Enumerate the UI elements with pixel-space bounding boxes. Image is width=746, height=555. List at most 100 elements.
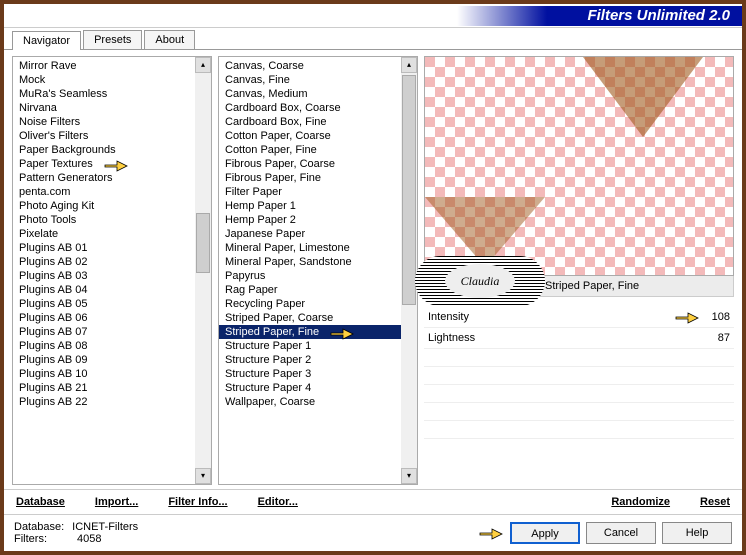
list-item[interactable]: Structure Paper 1 (219, 339, 417, 353)
slider-empty (424, 385, 734, 403)
list-item[interactable]: Papyrus (219, 269, 417, 283)
list-item[interactable]: Fibrous Paper, Fine (219, 171, 417, 185)
filter-column: Canvas, CoarseCanvas, FineCanvas, Medium… (218, 56, 418, 485)
pointing-hand-icon (478, 523, 504, 543)
list-item[interactable]: MuRa's Seamless (13, 87, 211, 101)
list-item[interactable]: Plugins AB 01 (13, 241, 211, 255)
list-item[interactable]: Plugins AB 21 (13, 381, 211, 395)
help-button[interactable]: Help (662, 522, 732, 544)
list-item[interactable]: Fibrous Paper, Coarse (219, 157, 417, 171)
slider-intensity[interactable]: Intensity 108 (424, 307, 734, 328)
slider-panel: Intensity 108 Lightness 87 (424, 307, 734, 439)
list-item[interactable]: Structure Paper 2 (219, 353, 417, 367)
slider-empty (424, 421, 734, 439)
slider-label: Lightness (428, 332, 518, 344)
preview-image (424, 56, 734, 276)
list-item[interactable]: Oliver's Filters (13, 129, 211, 143)
list-item[interactable]: Canvas, Coarse (219, 59, 417, 73)
titlebar: Filters Unlimited 2.0 (4, 4, 742, 28)
watermark-text: Claudia (445, 264, 515, 298)
list-item[interactable]: Structure Paper 4 (219, 381, 417, 395)
scroll-thumb[interactable] (402, 75, 416, 305)
list-item[interactable]: Plugins AB 10 (13, 367, 211, 381)
list-item[interactable]: Wallpaper, Coarse (219, 395, 417, 409)
list-item[interactable]: Paper Textures (13, 157, 211, 171)
list-item[interactable]: Mirror Rave (13, 59, 211, 73)
scrollbar[interactable]: ▴ ▾ (401, 57, 417, 484)
list-item[interactable]: Striped Paper, Coarse (219, 311, 417, 325)
slider-label: Intensity (428, 311, 518, 323)
list-item[interactable]: Rag Paper (219, 283, 417, 297)
list-item[interactable]: Plugins AB 09 (13, 353, 211, 367)
slider-track[interactable] (518, 330, 700, 346)
list-item[interactable]: Recycling Paper (219, 297, 417, 311)
watermark-badge: Claudia (415, 256, 545, 306)
list-item[interactable]: Mineral Paper, Limestone (219, 241, 417, 255)
list-item[interactable]: Canvas, Medium (219, 87, 417, 101)
reset-link[interactable]: Reset (700, 496, 730, 508)
list-item[interactable]: Structure Paper 3 (219, 367, 417, 381)
bottom-toolbar: Database Import... Filter Info... Editor… (4, 489, 742, 514)
editor-link[interactable]: Editor... (258, 496, 298, 508)
list-item[interactable]: Cardboard Box, Fine (219, 115, 417, 129)
slider-value: 87 (700, 332, 730, 344)
slider-empty (424, 367, 734, 385)
slider-empty (424, 403, 734, 421)
list-item[interactable]: Hemp Paper 1 (219, 199, 417, 213)
database-link[interactable]: Database (16, 496, 65, 508)
filters-unlimited-window: Filters Unlimited 2.0 NavigatorPresetsAb… (4, 4, 742, 551)
list-item[interactable]: Plugins AB 02 (13, 255, 211, 269)
list-item[interactable]: Plugins AB 03 (13, 269, 211, 283)
list-item[interactable]: penta.com (13, 185, 211, 199)
slider-value: 108 (700, 311, 730, 323)
category-list[interactable]: Mirror RaveMockMuRa's SeamlessNirvanaNoi… (12, 56, 212, 485)
db-value: ICNET-Filters (72, 521, 138, 533)
list-item[interactable]: Plugins AB 22 (13, 395, 211, 409)
list-item[interactable]: Photo Tools (13, 213, 211, 227)
tab-navigator[interactable]: Navigator (12, 31, 81, 50)
list-item[interactable]: Mineral Paper, Sandstone (219, 255, 417, 269)
apply-button[interactable]: Apply (510, 522, 580, 544)
scroll-up-icon[interactable]: ▴ (401, 57, 417, 73)
list-item[interactable]: Plugins AB 04 (13, 283, 211, 297)
db-label: Database: (14, 521, 64, 533)
slider-track[interactable] (518, 309, 700, 325)
slider-empty (424, 349, 734, 367)
list-item[interactable]: Photo Aging Kit (13, 199, 211, 213)
scroll-up-icon[interactable]: ▴ (195, 57, 211, 73)
import-link[interactable]: Import... (95, 496, 138, 508)
list-item[interactable]: Cotton Paper, Coarse (219, 129, 417, 143)
list-item[interactable]: Hemp Paper 2 (219, 213, 417, 227)
tab-presets[interactable]: Presets (83, 30, 142, 49)
filters-label: Filters: (14, 533, 47, 545)
filter-list[interactable]: Canvas, CoarseCanvas, FineCanvas, Medium… (218, 56, 418, 485)
list-item[interactable]: Plugins AB 06 (13, 311, 211, 325)
filter-name-bar: Claudia Striped Paper, Fine (424, 276, 734, 297)
cancel-button[interactable]: Cancel (586, 522, 656, 544)
list-item[interactable]: Noise Filters (13, 115, 211, 129)
scroll-down-icon[interactable]: ▾ (401, 468, 417, 484)
list-item[interactable]: Nirvana (13, 101, 211, 115)
tab-about[interactable]: About (144, 30, 195, 49)
list-item[interactable]: Cardboard Box, Coarse (219, 101, 417, 115)
list-item[interactable]: Striped Paper, Fine (219, 325, 417, 339)
list-item[interactable]: Filter Paper (219, 185, 417, 199)
current-filter-label: Striped Paper, Fine (545, 280, 639, 292)
list-item[interactable]: Japanese Paper (219, 227, 417, 241)
filterinfo-link[interactable]: Filter Info... (168, 496, 227, 508)
list-item[interactable]: Mock (13, 73, 211, 87)
list-item[interactable]: Plugins AB 05 (13, 297, 211, 311)
list-item[interactable]: Pixelate (13, 227, 211, 241)
list-item[interactable]: Canvas, Fine (219, 73, 417, 87)
list-item[interactable]: Plugins AB 07 (13, 325, 211, 339)
scroll-thumb[interactable] (196, 213, 210, 273)
pointing-hand-icon (103, 155, 129, 175)
list-item[interactable]: Plugins AB 08 (13, 339, 211, 353)
scrollbar[interactable]: ▴ ▾ (195, 57, 211, 484)
slider-lightness[interactable]: Lightness 87 (424, 328, 734, 349)
scroll-down-icon[interactable]: ▾ (195, 468, 211, 484)
randomize-link[interactable]: Randomize (611, 496, 670, 508)
list-item[interactable]: Cotton Paper, Fine (219, 143, 417, 157)
title: Filters Unlimited 2.0 (442, 6, 742, 26)
category-column: Mirror RaveMockMuRa's SeamlessNirvanaNoi… (12, 56, 212, 485)
